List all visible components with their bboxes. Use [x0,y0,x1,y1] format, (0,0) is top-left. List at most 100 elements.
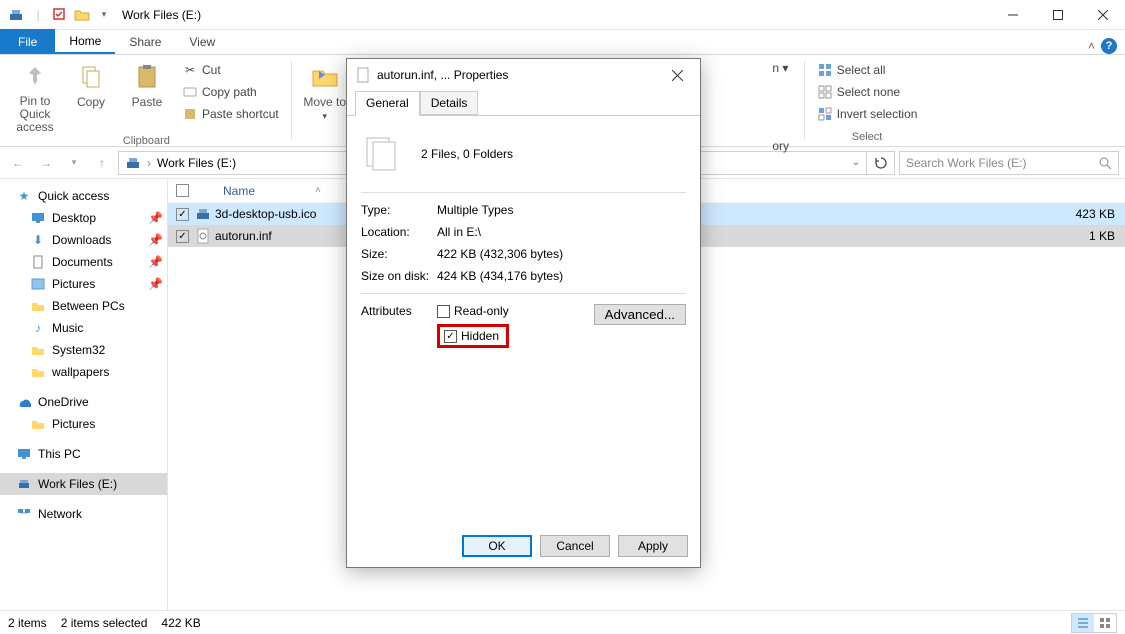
ico-file-icon [195,206,211,222]
tab-view[interactable]: View [175,29,229,54]
pin-icon: 📌 [148,233,163,247]
help-icon[interactable]: ? [1101,38,1117,54]
nav-wallpapers[interactable]: wallpapers [0,361,167,383]
nav-forward-button[interactable]: → [34,151,58,175]
folder-icon [30,416,46,432]
cancel-button[interactable]: Cancel [540,535,610,557]
this-pc-icon [16,446,32,462]
move-to-button[interactable]: Move to▾ [300,57,350,122]
size-label: Size: [361,247,437,261]
maximize-button[interactable] [1035,0,1080,29]
nav-quick-access[interactable]: ★Quick access [0,185,167,207]
paste-shortcut-button[interactable]: Paste shortcut [178,103,283,125]
pin-to-quick-access-button[interactable]: Pin to Quick access [10,57,60,135]
pin-icon: 📌 [148,277,163,291]
folder-icon [30,298,46,314]
ok-button[interactable]: OK [462,535,532,557]
nav-onedrive[interactable]: OneDrive [0,391,167,413]
copy-button[interactable]: Copy [66,57,116,109]
nav-between-pcs[interactable]: Between PCs [0,295,167,317]
qat-folder-icon[interactable] [72,5,92,25]
dialog-icon [355,67,371,83]
size-on-disk-label: Size on disk: [361,269,437,283]
nav-music[interactable]: ♪Music [0,317,167,339]
apply-button[interactable]: Apply [618,535,688,557]
nav-documents[interactable]: Documents📌 [0,251,167,273]
nav-system32[interactable]: System32 [0,339,167,361]
minimize-button[interactable] [990,0,1035,29]
dialog-title-bar[interactable]: autorun.inf, ... Properties [347,59,700,91]
select-all-checkbox[interactable] [176,184,189,197]
readonly-checkbox[interactable]: Read-only [437,304,509,318]
nav-up-button[interactable]: ↑ [90,151,114,175]
size-value: 422 KB (432,306 bytes) [437,247,563,261]
nav-back-button[interactable]: ← [6,151,30,175]
history-button[interactable]: ory [768,135,793,157]
drive-icon [125,155,141,171]
hidden-checkbox[interactable]: ✓Hidden [444,329,499,343]
cut-button[interactable]: ✂Cut [178,59,283,81]
drive-icon [16,476,32,492]
close-button[interactable] [1080,0,1125,29]
files-folders-summary: 2 Files, 0 Folders [421,147,513,161]
status-selected-size: 422 KB [161,616,200,630]
navigation-pane[interactable]: ★Quick access Desktop📌 ⬇Downloads📌 Docum… [0,179,168,627]
nav-downloads[interactable]: ⬇Downloads📌 [0,229,167,251]
breadcrumb-chevron-icon[interactable]: › [147,156,151,170]
dialog-tab-general[interactable]: General [355,91,420,116]
invert-selection-icon [817,106,833,122]
refresh-button[interactable] [867,151,895,175]
folder-icon [30,342,46,358]
cut-icon: ✂ [182,62,198,78]
search-input[interactable]: Search Work Files (E:) [899,151,1119,175]
dialog-tab-details[interactable]: Details [420,91,479,115]
status-bar: 2 items 2 items selected 422 KB [0,610,1125,634]
location-value: All in E:\ [437,225,481,239]
select-all-button[interactable]: Select all [813,59,922,81]
nav-this-pc[interactable]: This PC [0,443,167,465]
paste-button[interactable]: Paste [122,57,172,109]
sort-indicator-icon: ˄ [315,185,321,196]
column-name[interactable]: Name [223,184,255,198]
qat-dropdown-icon[interactable]: ▾ [94,5,114,25]
type-value: Multiple Types [437,203,513,217]
nav-work-files[interactable]: Work Files (E:) [0,473,167,495]
location-label: Location: [361,225,437,239]
nav-network[interactable]: Network [0,503,167,525]
open-dropdown[interactable]: n ▾ [768,57,792,79]
view-thumbnails-button[interactable] [1094,614,1116,632]
multi-file-icon [361,134,401,174]
paste-shortcut-icon [182,106,198,122]
invert-selection-button[interactable]: Invert selection [813,103,922,125]
tab-share[interactable]: Share [115,29,175,54]
qat-properties-icon[interactable] [50,5,70,25]
nav-pictures[interactable]: Pictures📌 [0,273,167,295]
nav-onedrive-pictures[interactable]: Pictures [0,413,167,435]
quick-access-icon: ★ [16,188,32,204]
file-size: 1 KB [1089,229,1115,243]
tab-file[interactable]: File [0,29,55,54]
dialog-close-button[interactable] [662,60,692,90]
advanced-button[interactable]: Advanced... [594,304,686,325]
ribbon-collapse-icon[interactable]: ˄ [1088,39,1095,53]
copy-icon [75,61,107,93]
properties-dialog: autorun.inf, ... Properties General Deta… [346,58,701,568]
address-dropdown-icon[interactable]: ⌄ [852,157,860,168]
select-none-button[interactable]: Select none [813,81,922,103]
pin-icon [19,61,51,93]
file-name: 3d-desktop-usb.ico [215,207,316,221]
pin-icon: 📌 [148,211,163,225]
app-icon [6,5,26,25]
row-checkbox[interactable]: ✓ [176,230,189,243]
attributes-label: Attributes [361,304,437,318]
nav-recent-button[interactable]: ▾ [62,151,86,175]
pictures-icon [30,276,46,292]
breadcrumb-segment[interactable]: Work Files (E:) [157,156,236,170]
view-details-button[interactable] [1072,614,1094,632]
ribbon-tabs: File Home Share View ˄ ? [0,30,1125,55]
row-checkbox[interactable]: ✓ [176,208,189,221]
select-all-icon [817,62,833,78]
tab-home[interactable]: Home [55,29,115,54]
copy-path-button[interactable]: Copy path [178,81,283,103]
nav-desktop[interactable]: Desktop📌 [0,207,167,229]
